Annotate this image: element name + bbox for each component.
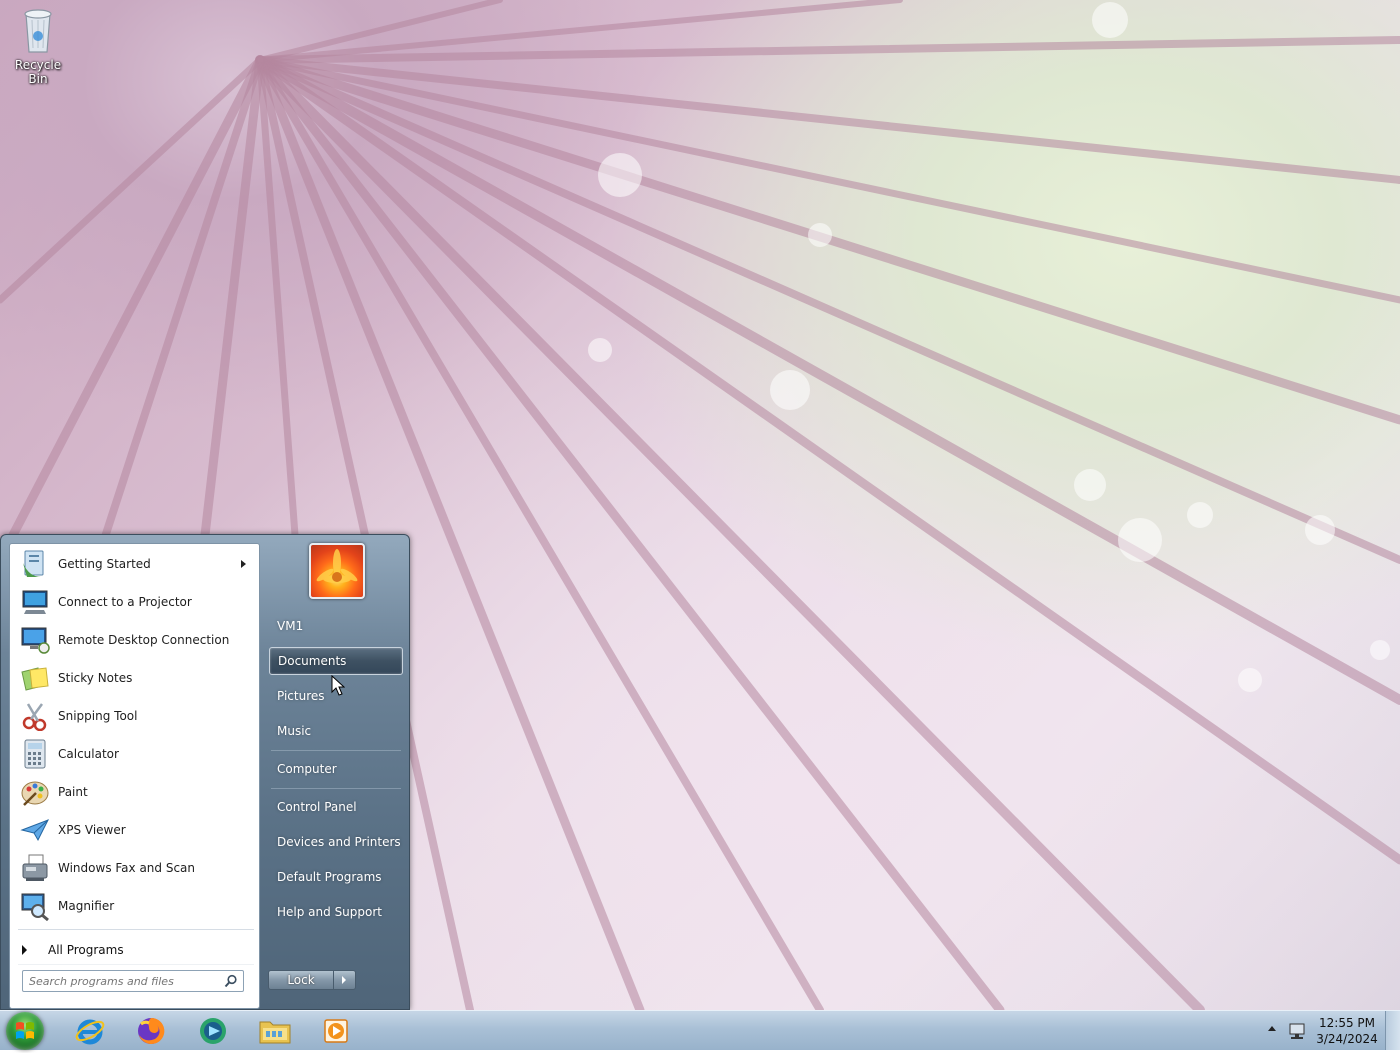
- link-control-panel[interactable]: Control Panel: [269, 793, 403, 821]
- link-label: Computer: [277, 762, 337, 776]
- divider: [271, 750, 401, 751]
- program-xps-viewer[interactable]: XPS Viewer: [13, 812, 256, 848]
- program-calculator[interactable]: Calculator: [13, 736, 256, 772]
- taskbar-media-center[interactable]: [189, 1013, 237, 1049]
- expand-arrow-icon: [22, 945, 27, 955]
- user-name-label: VM1: [277, 619, 304, 633]
- taskbar-internet-explorer[interactable]: [66, 1013, 114, 1049]
- all-programs-button[interactable]: All Programs: [13, 937, 256, 963]
- program-list-pane: Getting Started Connect to a Projector R…: [9, 543, 260, 1009]
- projector-icon: [19, 586, 51, 618]
- clock-date: 3/24/2024: [1316, 1032, 1378, 1046]
- link-help-support[interactable]: Help and Support: [269, 898, 403, 926]
- divider: [18, 964, 254, 965]
- taskbar: 12:55 PM 3/24/2024: [0, 1010, 1400, 1050]
- getting-started-icon: [19, 548, 51, 580]
- link-label: Documents: [278, 654, 347, 668]
- program-sticky-notes[interactable]: Sticky Notes: [13, 660, 256, 696]
- calculator-icon: [19, 738, 51, 770]
- lock-button[interactable]: Lock: [268, 970, 334, 990]
- paint-icon: [19, 776, 51, 808]
- program-paint[interactable]: Paint: [13, 774, 256, 810]
- power-button-group: Lock: [268, 970, 358, 990]
- program-label: Magnifier: [58, 899, 115, 913]
- link-label: Control Panel: [277, 800, 357, 814]
- taskbar-media-player[interactable]: [312, 1013, 360, 1049]
- internet-explorer-icon: [75, 1019, 105, 1045]
- search-input[interactable]: [23, 973, 221, 989]
- snipping-tool-icon: [19, 700, 51, 732]
- places-pane: VM1 Documents Pictures Music Computer Co…: [263, 535, 409, 1011]
- media-center-icon: [200, 1018, 226, 1044]
- program-fax-scan[interactable]: Windows Fax and Scan: [13, 850, 256, 886]
- taskbar-firefox[interactable]: [127, 1013, 175, 1049]
- magnifier-icon: [19, 890, 51, 922]
- program-label: Getting Started: [58, 557, 151, 571]
- search-icon[interactable]: [224, 974, 238, 991]
- program-getting-started[interactable]: Getting Started: [13, 546, 256, 582]
- program-label: Calculator: [58, 747, 119, 761]
- tray-network[interactable]: [1278, 1013, 1318, 1049]
- windows-logo-icon: [16, 1022, 34, 1039]
- remote-desktop-icon: [19, 624, 51, 656]
- link-devices-printers[interactable]: Devices and Printers: [269, 828, 403, 856]
- start-button[interactable]: [6, 1012, 44, 1050]
- link-label: Default Programs: [277, 870, 382, 884]
- user-avatar[interactable]: [309, 543, 365, 599]
- program-label: Snipping Tool: [58, 709, 138, 723]
- program-label: Connect to a Projector: [58, 595, 192, 609]
- program-label: Sticky Notes: [58, 671, 133, 685]
- flower-avatar-icon: [316, 549, 358, 583]
- start-menu: Getting Started Connect to a Projector R…: [0, 534, 410, 1010]
- user-folder-link[interactable]: VM1: [269, 612, 403, 640]
- divider: [271, 788, 401, 789]
- search-box[interactable]: [22, 970, 244, 992]
- link-music[interactable]: Music: [269, 717, 403, 745]
- fax-scan-icon: [19, 852, 51, 884]
- link-label: Help and Support: [277, 905, 382, 919]
- program-label: Remote Desktop Connection: [58, 633, 230, 647]
- program-label: Paint: [58, 785, 88, 799]
- link-computer[interactable]: Computer: [269, 755, 403, 783]
- network-icon: [1289, 1023, 1305, 1039]
- folder-icon: [259, 1021, 291, 1044]
- media-player-icon: [324, 1019, 348, 1043]
- program-connect-projector[interactable]: Connect to a Projector: [13, 584, 256, 620]
- program-label: Windows Fax and Scan: [58, 861, 196, 875]
- submenu-arrow-icon[interactable]: [241, 560, 246, 568]
- sticky-notes-icon: [19, 662, 51, 694]
- show-hidden-icons-button[interactable]: [1268, 1026, 1276, 1031]
- program-magnifier[interactable]: Magnifier: [13, 888, 256, 924]
- link-documents[interactable]: Documents: [269, 647, 403, 675]
- link-default-programs[interactable]: Default Programs: [269, 863, 403, 891]
- link-label: Pictures: [277, 689, 325, 703]
- desktop-icon-label: Recycle Bin: [14, 58, 62, 86]
- divider: [18, 929, 254, 930]
- power-options-arrow-button[interactable]: [334, 970, 356, 990]
- program-remote-desktop[interactable]: Remote Desktop Connection: [13, 622, 256, 658]
- clock-time: 12:55 PM: [1319, 1016, 1375, 1030]
- link-label: Music: [277, 724, 312, 738]
- show-desktop-button[interactable]: [1385, 1011, 1400, 1050]
- firefox-icon: [138, 1017, 165, 1044]
- mouse-cursor-icon: [331, 674, 346, 700]
- clock[interactable]: 12:55 PM 3/24/2024: [1316, 1015, 1378, 1047]
- recycle-bin-icon: [20, 6, 56, 54]
- program-snipping-tool[interactable]: Snipping Tool: [13, 698, 256, 734]
- taskbar-windows-explorer[interactable]: [251, 1013, 299, 1049]
- link-label: Devices and Printers: [277, 835, 401, 849]
- all-programs-label: All Programs: [48, 943, 124, 957]
- program-label: XPS Viewer: [58, 823, 126, 837]
- xps-viewer-icon: [19, 814, 51, 846]
- desktop-icon-recycle-bin[interactable]: Recycle Bin: [4, 6, 72, 86]
